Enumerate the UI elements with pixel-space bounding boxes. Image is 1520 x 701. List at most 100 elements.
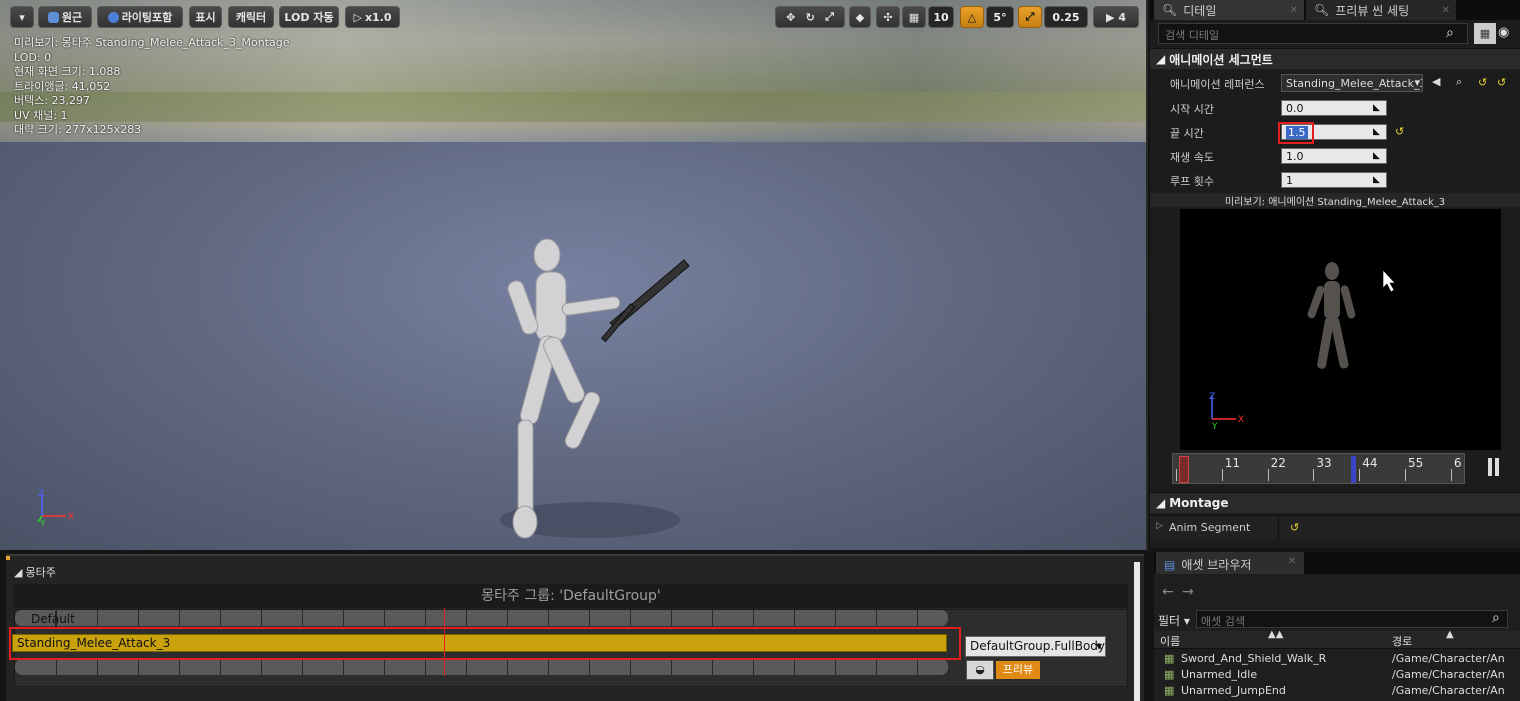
- column-header-path[interactable]: 경로: [1392, 633, 1412, 649]
- timeline-start-marker[interactable]: [1179, 456, 1189, 483]
- surface-snap-button[interactable]: ✣: [876, 6, 900, 28]
- montage-section-header[interactable]: ◢ 몽타주: [14, 564, 56, 580]
- camera-speed-icon: ▶: [1105, 10, 1115, 24]
- close-icon[interactable]: ✕: [1290, 5, 1298, 16]
- grid-snap-toggle[interactable]: ▦: [902, 6, 926, 28]
- camera-speed-button[interactable]: ▶ 4: [1093, 6, 1139, 28]
- montage-scrollbar[interactable]: [1134, 562, 1140, 701]
- slot-name-dropdown[interactable]: DefaultGroup.FullBody ▾: [965, 636, 1106, 657]
- tab-preview-scene-settings[interactable]: 🔍︎ 프리뷰 씬 세팅 ✕: [1306, 0, 1456, 20]
- track-grid-line: [138, 610, 139, 626]
- track-grid-line: [220, 659, 221, 675]
- slot-options-button[interactable]: ◒: [966, 660, 994, 680]
- animation-preview-viewport[interactable]: Z X Y: [1180, 209, 1501, 450]
- property-matrix-icon[interactable]: ▦: [1474, 23, 1496, 44]
- transform-tools-group[interactable]: ✥ ↻ ⤢: [775, 6, 845, 28]
- track-grid-line: [917, 610, 918, 626]
- viewport-options-menu-button[interactable]: ▾: [10, 6, 34, 28]
- reset-arrow-icon[interactable]: ↺: [1478, 76, 1487, 89]
- preview-slot-button[interactable]: 프리뷰: [996, 661, 1040, 679]
- asset-row[interactable]: ▦ Unarmed_JumpEnd/Game/Character/An: [1154, 684, 1520, 700]
- track-grid-line: [589, 659, 590, 675]
- animation-viewport[interactable]: ▾ 원근 라이팅포함 표시 캐릭터 LOD 자동 ▷ x1.0 ✥ ↻ ⤢ ◆ ✣ ▦…: [0, 0, 1148, 550]
- prop-label-anim-reference: 애니메이션 레퍼런스: [1170, 78, 1265, 91]
- reset-arrow-icon[interactable]: ↺: [1497, 76, 1506, 89]
- tab-asset-browser[interactable]: ▤ 애셋 브라우저 ✕: [1156, 552, 1304, 574]
- grid-snap-value[interactable]: 10: [928, 6, 954, 28]
- details-search-input[interactable]: 검색 디테일: [1158, 23, 1468, 44]
- timeline-tick-label: 6: [1453, 456, 1462, 470]
- lod-auto-button[interactable]: LOD 자동: [279, 6, 339, 28]
- drag-arrow-icon: ◣: [1373, 127, 1380, 137]
- preview-caption: 미리보기: 애니메이션 Standing_Melee_Attack_3: [1150, 193, 1520, 208]
- track-grid-line: [466, 659, 467, 675]
- axis-y-label: Y: [39, 519, 46, 528]
- timeline-tick-label: 11: [1224, 456, 1241, 470]
- end-time-highlight-box: [1278, 122, 1314, 144]
- start-time-field[interactable]: 0.0 ◣: [1281, 100, 1387, 116]
- character-menu-button[interactable]: 캐릭터: [228, 6, 274, 28]
- timeline-playhead[interactable]: [1350, 456, 1356, 483]
- asset-row[interactable]: ▦ Unarmed_Idle/Game/Character/An: [1154, 668, 1520, 684]
- close-icon[interactable]: ✕: [1442, 5, 1450, 16]
- asset-row[interactable]: ▦ Sword_And_Shield_Walk_R/Game/Character/…: [1154, 652, 1520, 668]
- anim-segment-row[interactable]: ▷ Anim Segment ↺: [1150, 515, 1520, 540]
- tab-details[interactable]: 🔍︎ 디테일 ✕: [1154, 0, 1304, 20]
- stat-line: 버텍스: 23,297: [14, 94, 91, 107]
- rotation-snap-toggle[interactable]: △: [960, 6, 984, 28]
- column-header-name[interactable]: 이름: [1160, 633, 1180, 649]
- scale-snap-value[interactable]: 0.25: [1044, 6, 1088, 28]
- use-selected-arrow-icon[interactable]: ◀: [1432, 75, 1440, 88]
- preview-scrub-timeline[interactable]: 011223344556: [1172, 453, 1465, 484]
- search-icon[interactable]: ⌕: [1492, 610, 1500, 626]
- timeline-tick: [1176, 469, 1177, 481]
- montage-notify-track[interactable]: [15, 659, 948, 675]
- expand-arrow-icon[interactable]: ▷: [1156, 521, 1163, 531]
- play-rate-field[interactable]: 1.0 ◣: [1281, 148, 1387, 164]
- scale-icon[interactable]: ⤢: [825, 10, 834, 24]
- track-grid-line: [138, 659, 139, 675]
- show-flags-button[interactable]: 표시: [189, 6, 222, 28]
- anim-reference-dropdown[interactable]: Standing_Melee_Attack_3 ▾: [1281, 74, 1423, 92]
- timeline-tick: [1450, 469, 1452, 481]
- montage-section-track[interactable]: [15, 610, 948, 626]
- back-arrow-icon[interactable]: ←: [1162, 584, 1174, 600]
- track-grid-line: [302, 659, 303, 675]
- playback-speed-button[interactable]: ▷ x1.0: [345, 6, 400, 28]
- perspective-icon: [47, 11, 59, 23]
- montage-group-header: 몽타주 그룹: 'DefaultGroup': [14, 584, 1128, 608]
- eye-icon[interactable]: ◉: [1498, 25, 1509, 40]
- lighting-mode-button[interactable]: 라이팅포함: [97, 6, 183, 28]
- track-grid-line: [261, 610, 262, 626]
- perspective-button[interactable]: 원근: [38, 6, 92, 28]
- track-grid-line: [917, 659, 918, 675]
- asset-browser-icon: ▤: [1164, 558, 1176, 572]
- axis-z-label: Z: [38, 489, 44, 499]
- rotation-snap-value[interactable]: 5°: [986, 6, 1014, 28]
- timeline-tick: [1267, 469, 1269, 481]
- scale-snap-toggle[interactable]: ⤢: [1018, 6, 1042, 28]
- asset-search-input[interactable]: 애셋 검색: [1196, 610, 1508, 628]
- montage-section-header[interactable]: ◢ Montage: [1150, 492, 1520, 513]
- reset-arrow-icon[interactable]: ↺: [1395, 125, 1404, 138]
- anim-sequence-icon: ▦: [1164, 684, 1175, 697]
- filter-button[interactable]: 필터 ▾: [1158, 612, 1190, 629]
- rotate-icon[interactable]: ↻: [806, 11, 815, 24]
- stat-line: UV 채널: 1: [14, 108, 68, 122]
- mannequin-character: [500, 238, 690, 539]
- reset-arrow-icon[interactable]: ↺: [1290, 521, 1299, 534]
- loop-count-field[interactable]: 1 ◣: [1281, 172, 1387, 188]
- translate-icon[interactable]: ✥: [786, 11, 795, 24]
- forward-arrow-icon[interactable]: →: [1182, 584, 1194, 600]
- pause-button[interactable]: [1488, 458, 1500, 478]
- coordinate-space-button[interactable]: ◆: [849, 6, 871, 28]
- track-grid-line: [97, 659, 98, 675]
- asset-path: /Game/Character/An: [1392, 652, 1505, 665]
- close-icon[interactable]: ✕: [1288, 556, 1296, 567]
- timeline-tick-label: 44: [1362, 456, 1378, 470]
- anim-segment-section-header[interactable]: ◢ 애니메이션 세그먼트: [1150, 48, 1520, 69]
- browse-icon[interactable]: ⌕: [1456, 75, 1462, 89]
- search-icon[interactable]: ⌕: [1446, 25, 1454, 41]
- panel-corner-marker: [6, 556, 10, 560]
- track-grid-line: [302, 610, 303, 626]
